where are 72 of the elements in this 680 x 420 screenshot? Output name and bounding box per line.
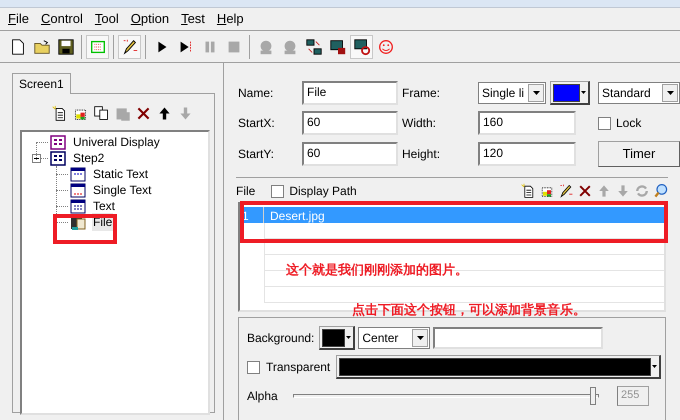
color-picker[interactable] [550, 81, 590, 105]
tree-node-icon [50, 150, 66, 166]
highlight-frame [53, 214, 117, 244]
pencil-icon[interactable] [120, 38, 138, 56]
caret-icon [581, 91, 586, 94]
copy-icon[interactable] [92, 104, 110, 122]
tab[interactable]: Screen1 [12, 73, 71, 94]
section-label: File [236, 183, 256, 200]
folder-icon[interactable] [32, 38, 50, 56]
network-icon[interactable] [304, 38, 322, 56]
menu-item[interactable]: File [4, 9, 33, 29]
menu-item[interactable]: Option [126, 9, 174, 29]
color-picker[interactable] [319, 326, 356, 350]
caret-icon [532, 91, 540, 95]
monitor-icon[interactable] [352, 38, 370, 56]
new-page-icon[interactable] [520, 183, 536, 199]
caret-icon [346, 336, 352, 339]
slider-track[interactable] [293, 387, 599, 405]
field-label: Frame: [402, 85, 442, 102]
expander-icon[interactable] [32, 154, 41, 163]
checkbox-label: Display Path [289, 183, 358, 200]
caret-icon [652, 365, 657, 368]
checkbox-label: Lock [616, 115, 642, 132]
field-label: StartX: [238, 115, 276, 132]
monitor-lock-icon[interactable] [328, 38, 346, 56]
pencil-icon[interactable] [558, 183, 574, 199]
smiley-icon[interactable] [376, 38, 394, 56]
input-field[interactable]: 160 [478, 111, 576, 135]
input-field[interactable]: 120 [478, 142, 576, 166]
annotation-text: 这个就是我们刚刚添加的图片。 [286, 261, 468, 279]
frame-dropdown[interactable]: Single li [478, 82, 546, 104]
caret-icon [416, 336, 424, 340]
slider-thumb[interactable] [590, 387, 596, 405]
caret-icon [666, 91, 674, 95]
tree-item[interactable]: Single Text [92, 181, 152, 199]
input-field[interactable]: 60 [302, 111, 398, 135]
input-field[interactable] [433, 327, 604, 349]
field-label: Name: [238, 85, 274, 102]
field-label: Height: [402, 146, 442, 163]
menu-item[interactable]: Tool [90, 9, 123, 29]
field-label: StartY: [238, 146, 276, 163]
menu-item[interactable]: Control [36, 9, 87, 29]
checkbox-label: Transparent [266, 359, 330, 376]
tree-item[interactable]: Step2 [72, 149, 106, 167]
annotation-text: 点击下面这个按钮，可以添加背景音乐。 [352, 301, 586, 319]
menu-item[interactable]: Help [212, 9, 248, 29]
color-picker[interactable] [336, 355, 661, 379]
field-label: Width: [402, 115, 438, 132]
checkbox[interactable] [598, 116, 611, 130]
style-dropdown[interactable]: Standard [598, 82, 680, 104]
search-icon[interactable] [653, 183, 669, 199]
tree-node-icon [70, 166, 86, 182]
tree-item[interactable]: Static Text [92, 165, 150, 183]
tree-item[interactable]: Text [92, 197, 116, 215]
align-dropdown[interactable]: Center [358, 327, 430, 349]
tree-item[interactable]: Univeral Display [72, 133, 161, 151]
delete-icon[interactable] [577, 183, 593, 199]
tree-node-icon [70, 182, 86, 198]
menu-item[interactable]: Test [177, 9, 209, 29]
new-page-icon[interactable] [50, 104, 68, 122]
value-field: 255 [617, 386, 649, 406]
file-name: Desert.jpg [269, 208, 326, 223]
delete-icon[interactable] [134, 104, 152, 122]
tree-node-icon [70, 198, 86, 214]
tree-node-icon [50, 134, 66, 150]
input-field[interactable]: File [302, 81, 398, 105]
input-field[interactable]: 60 [302, 142, 398, 166]
field-label: Background: [247, 330, 314, 347]
field-label: Alpha [247, 388, 279, 405]
timer-button[interactable]: Timer [598, 141, 680, 167]
checkbox[interactable] [271, 184, 284, 198]
checkbox[interactable] [247, 360, 260, 374]
